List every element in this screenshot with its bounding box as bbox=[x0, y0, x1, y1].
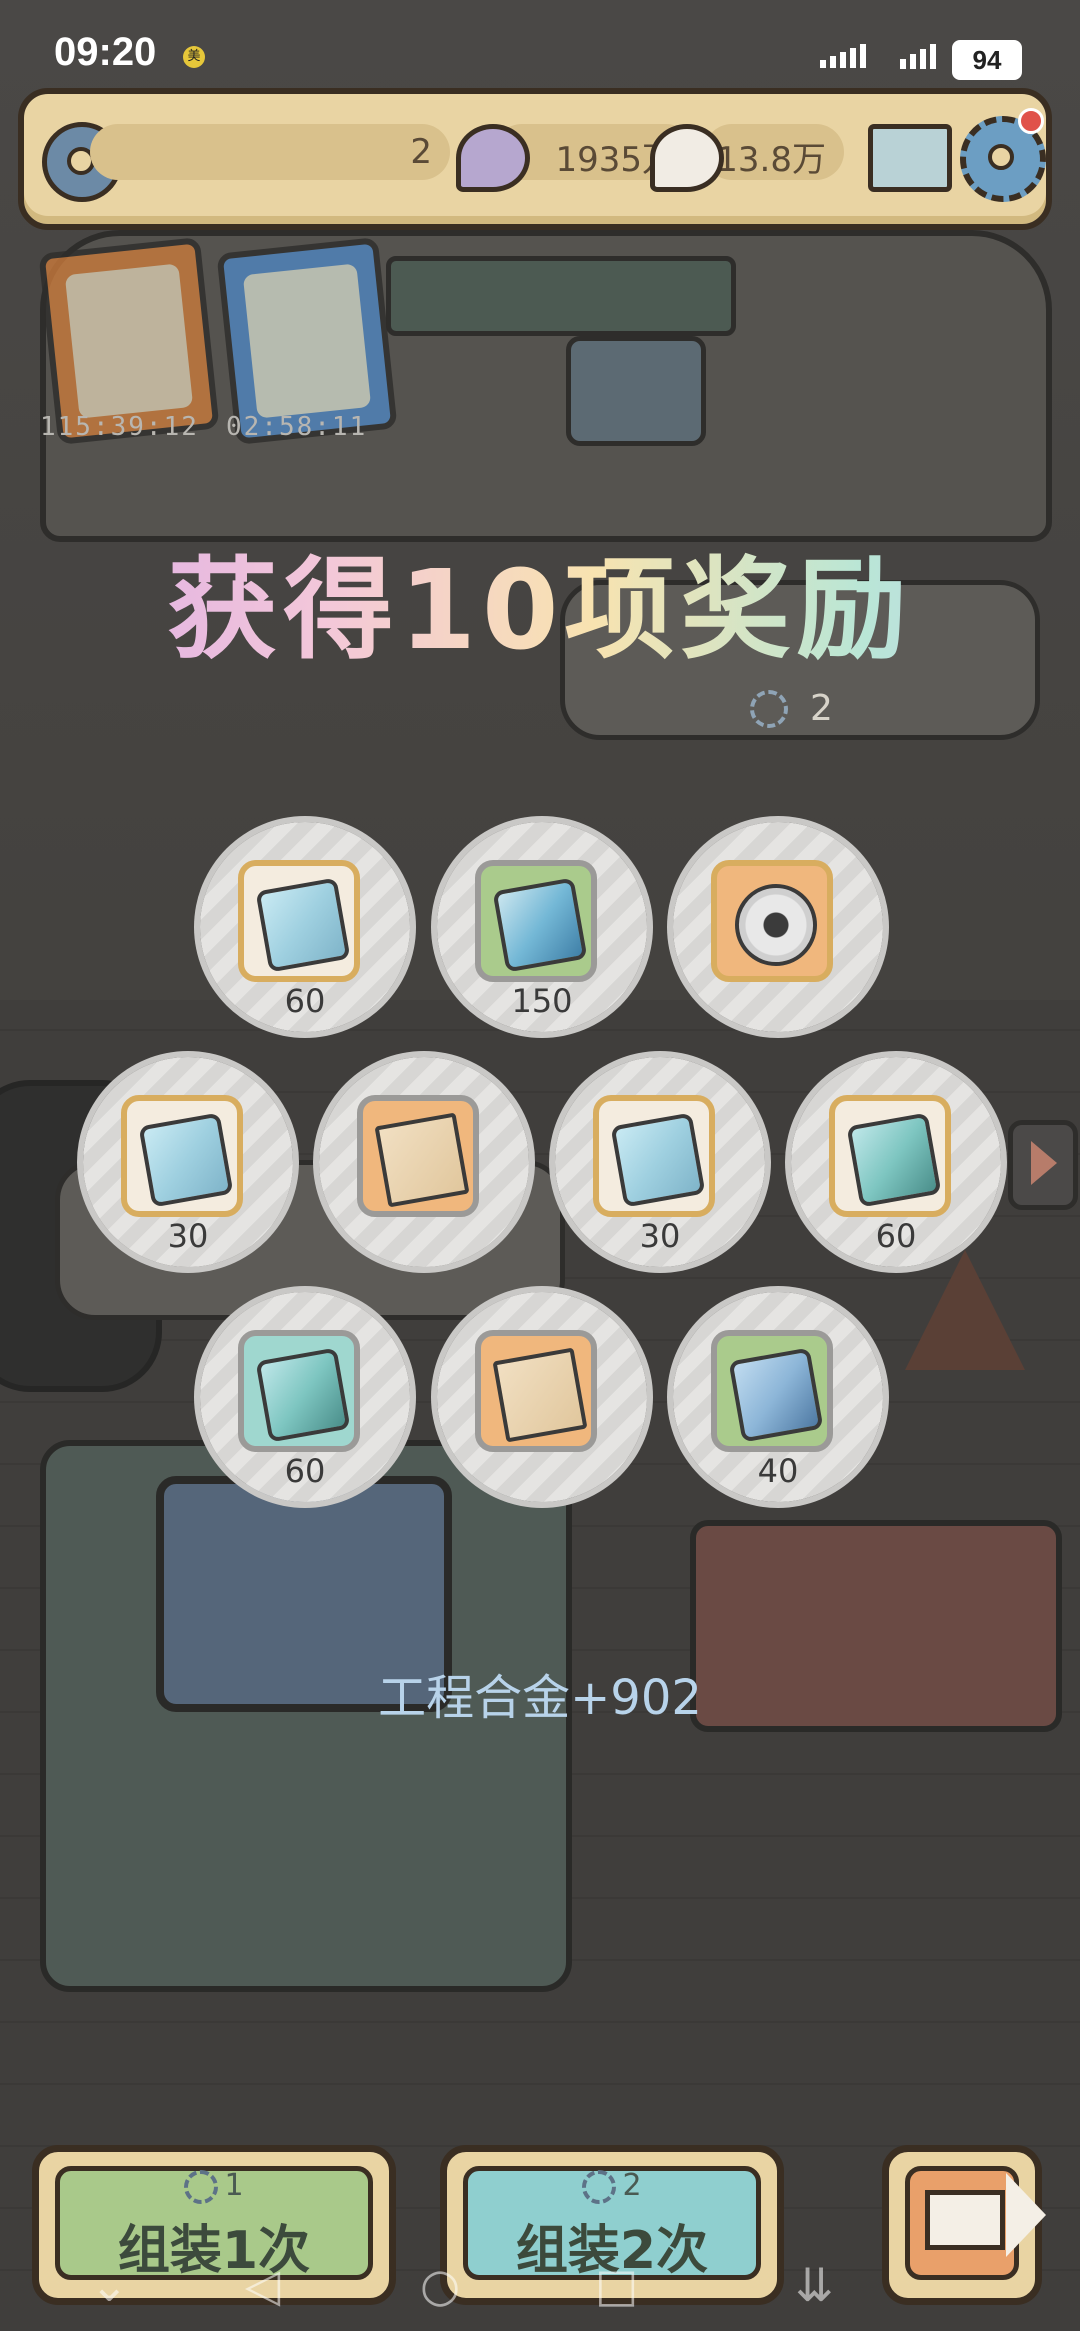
reward-qty: 60 bbox=[284, 1452, 326, 1490]
chip-card-art bbox=[242, 263, 372, 419]
reward-qty: 30 bbox=[639, 1217, 681, 1255]
assemble-1-cost: 1 bbox=[39, 2168, 389, 2204]
ice-cube-icon bbox=[610, 1112, 706, 1208]
bonus-reward-text: 工程合金+902 bbox=[378, 1670, 702, 1726]
cell-signal-icon bbox=[820, 44, 866, 68]
reward-qty: 150 bbox=[511, 982, 573, 1020]
resource-bar: 2 1935万 13.8万 bbox=[18, 88, 1052, 230]
reward-item-1[interactable]: 60 bbox=[184, 806, 426, 1048]
blueprint-icon bbox=[374, 1112, 470, 1208]
reward-item-7[interactable]: 60 bbox=[775, 1041, 1017, 1283]
gear-cost-icon bbox=[582, 2169, 617, 2204]
gear-count-value: 2 bbox=[410, 132, 432, 172]
orb-module-icon bbox=[728, 877, 824, 973]
reward-tile bbox=[711, 1330, 833, 1452]
navy-cube-icon bbox=[728, 1347, 824, 1443]
machine-screen bbox=[386, 256, 736, 336]
reward-tile bbox=[238, 860, 360, 982]
timed-card-1-timer: 115:39:12 bbox=[40, 412, 199, 442]
reward-tile bbox=[475, 1330, 597, 1452]
reward-tile bbox=[711, 860, 833, 982]
ice-cube-icon bbox=[138, 1112, 234, 1208]
machine-panel bbox=[566, 336, 706, 446]
reward-tile bbox=[475, 860, 597, 982]
reward-item-4[interactable]: 30 bbox=[67, 1041, 309, 1283]
reward-item-10[interactable]: 40 bbox=[657, 1276, 899, 1518]
reward-item-2[interactable]: 150 bbox=[421, 806, 663, 1048]
nav-recents-icon[interactable]: □ bbox=[595, 2258, 638, 2312]
pepper-card-art bbox=[64, 263, 194, 419]
blueprint-icon bbox=[492, 1347, 588, 1443]
reward-qty: 60 bbox=[875, 1217, 917, 1255]
reward-tile bbox=[829, 1095, 951, 1217]
reward-tile bbox=[593, 1095, 715, 1217]
ice-cube-icon bbox=[255, 877, 351, 973]
timed-card-2-timer: 02:58:11 bbox=[226, 412, 368, 442]
purple-bubble-icon bbox=[456, 124, 530, 192]
currency-b-counter[interactable]: 13.8万 bbox=[704, 124, 844, 180]
reward-item-3[interactable] bbox=[657, 806, 899, 1048]
nav-back-icon[interactable]: ◁ bbox=[245, 2258, 280, 2312]
reward-qty: 60 bbox=[284, 982, 326, 1020]
teal-cube-icon bbox=[255, 1347, 351, 1443]
reward-qty: 40 bbox=[757, 1452, 799, 1490]
reward-item-5[interactable] bbox=[303, 1041, 545, 1283]
gear-cost-icon bbox=[184, 2169, 219, 2204]
mail-icon[interactable] bbox=[868, 124, 952, 192]
green-cube-icon bbox=[846, 1112, 942, 1208]
nav-home-icon[interactable]: ○ bbox=[420, 2258, 460, 2312]
status-bar: 09:20 美 94 bbox=[0, 0, 1080, 80]
gear-counter[interactable]: 2 bbox=[90, 124, 450, 180]
reward-item-9[interactable] bbox=[421, 1276, 663, 1518]
system-nav: ⌄ ◁ ○ □ ⇊ bbox=[0, 2258, 1080, 2328]
reward-qty: 30 bbox=[167, 1217, 209, 1255]
reward-item-6[interactable]: 30 bbox=[539, 1041, 781, 1283]
notification-dot bbox=[1018, 108, 1044, 134]
reward-item-8[interactable]: 60 bbox=[184, 1276, 426, 1518]
reward-tile bbox=[357, 1095, 479, 1217]
reward-gear-count: 2 bbox=[810, 688, 833, 729]
battery-indicator: 94 bbox=[952, 40, 1022, 80]
currency-b-value: 13.8万 bbox=[716, 140, 826, 180]
right-arrow-icon bbox=[925, 2173, 1046, 2257]
reward-tile bbox=[121, 1095, 243, 1217]
gear-small-icon bbox=[750, 690, 788, 728]
notification-icon: 美 bbox=[183, 46, 205, 68]
status-time: 09:20 bbox=[54, 30, 157, 74]
side-scroll-arrow[interactable] bbox=[1008, 1120, 1078, 1210]
crystal-cube-icon bbox=[492, 877, 588, 973]
nav-download-icon[interactable]: ⇊ bbox=[795, 2258, 834, 2312]
reward-title: 获得10项奖励 bbox=[0, 520, 1080, 680]
reward-tile bbox=[238, 1330, 360, 1452]
white-bubble-icon bbox=[650, 124, 724, 192]
assemble-2-cost: 2 bbox=[447, 2168, 777, 2204]
nav-menu-icon[interactable]: ⌄ bbox=[90, 2258, 129, 2312]
cell-signal-2-icon bbox=[900, 44, 936, 69]
